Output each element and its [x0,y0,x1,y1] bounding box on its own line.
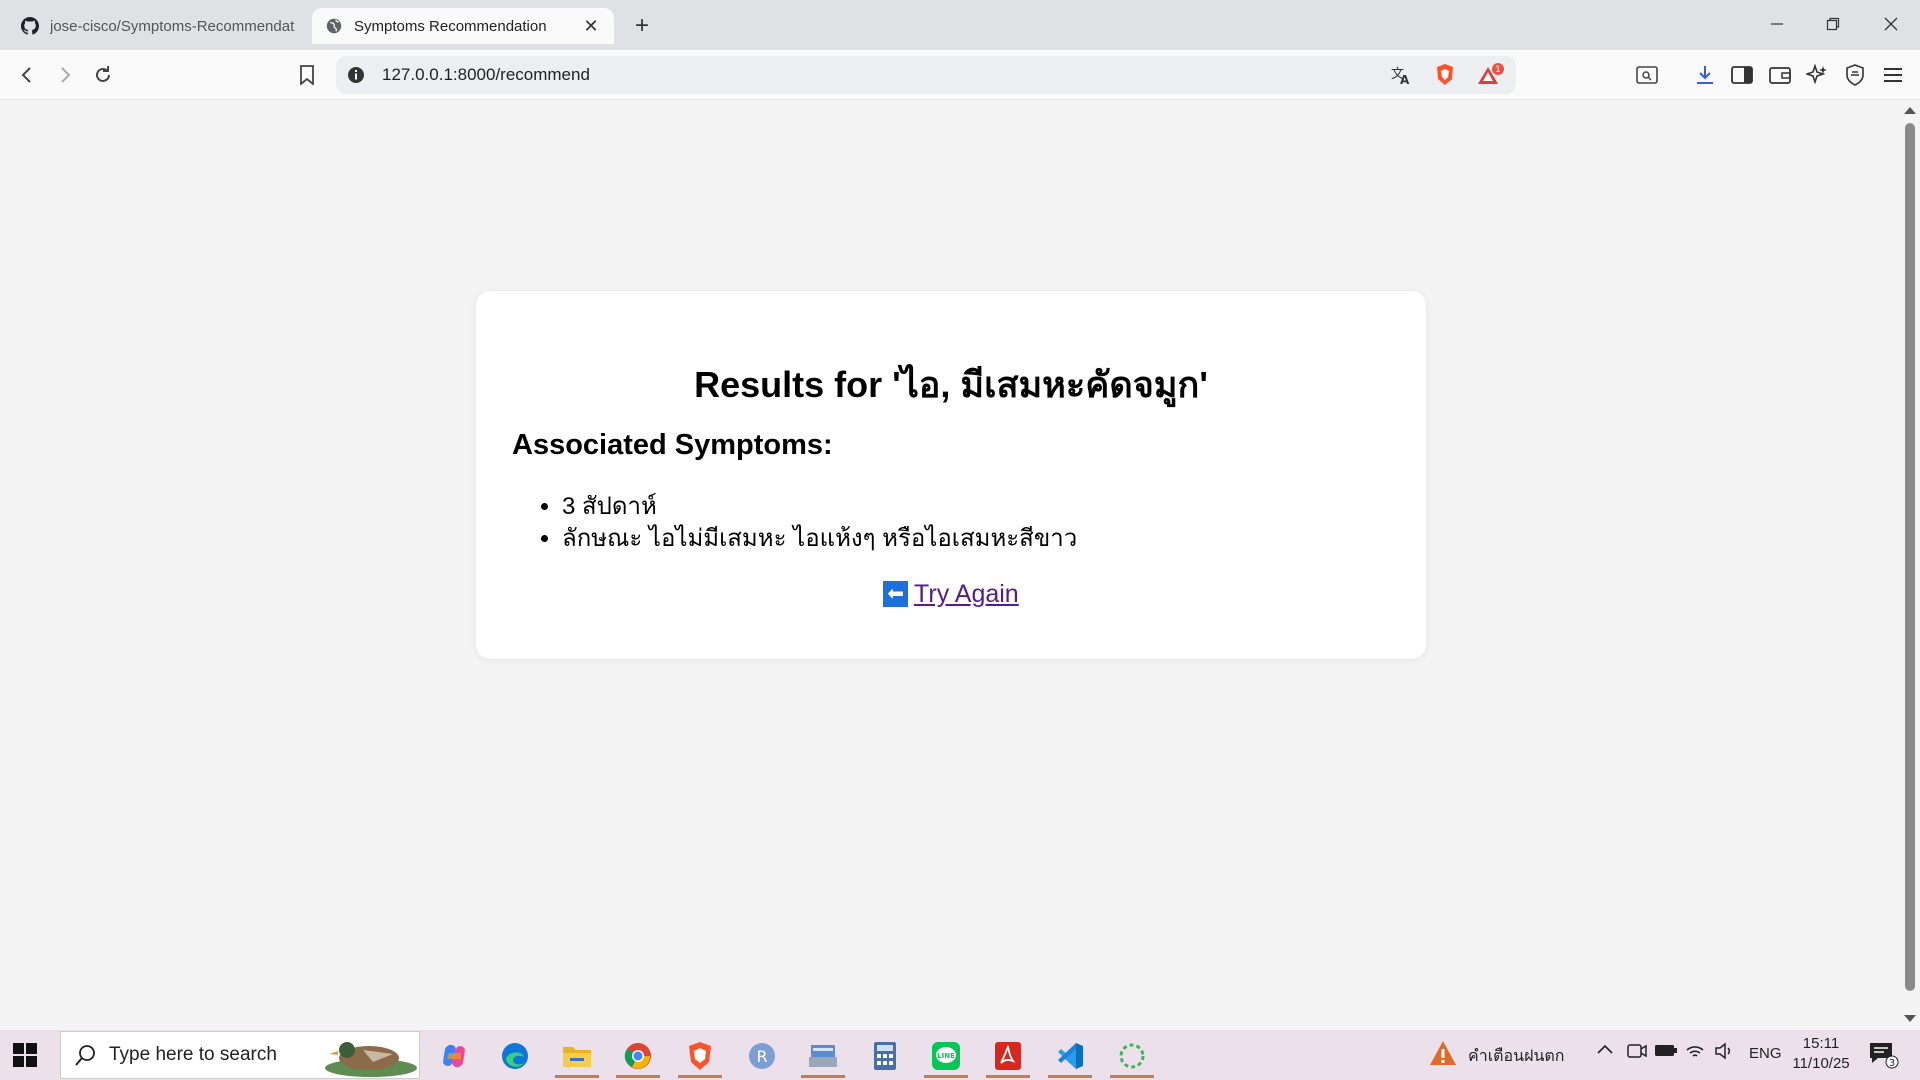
reader-mode-icon[interactable] [1632,60,1662,90]
svg-text:LINE: LINE [937,1052,955,1060]
back-arrow-icon: ⬅ [883,581,909,607]
try-again-label: Try Again [914,580,1019,608]
windows-taskbar: Type here to search R LINE คำเตือนฝนตก E… [0,1030,1920,1080]
volume-icon[interactable] [1714,1042,1734,1065]
menu-icon[interactable] [1878,60,1908,90]
close-window-icon[interactable] [1871,8,1911,40]
tab-title: Symptoms Recommendation [354,17,547,35]
address-bar[interactable]: 127.0.0.1:8000/recommend 文A 1 [336,56,1516,94]
translate-icon[interactable]: 文A [1390,65,1412,90]
line-app-icon[interactable]: LINE [920,1034,972,1078]
github-icon [20,16,40,36]
restore-icon[interactable] [1813,8,1853,40]
list-item: 3 สัปดาห์ [562,491,1077,523]
vpn-shield-icon[interactable] [1840,60,1870,90]
copilot-icon[interactable] [428,1034,480,1078]
wifi-icon[interactable] [1685,1042,1705,1065]
file-explorer-icon[interactable] [551,1034,603,1078]
page-scrollbar[interactable] [1900,101,1920,1030]
try-again-container: ⬅ Try Again [476,580,1426,609]
vscode-icon[interactable] [1044,1034,1096,1078]
meet-now-icon[interactable] [1627,1042,1647,1065]
clock[interactable]: 15:11 11/10/25 [1786,1034,1856,1074]
tab-github[interactable]: jose-cisco/Symptoms-Recommendat [8,8,308,44]
edge-icon[interactable] [489,1034,541,1078]
sidebar-icon[interactable] [1727,60,1757,90]
scroll-thumb[interactable] [1905,123,1915,991]
brave-shields-icon[interactable] [1434,63,1456,92]
list-item: ลักษณะ ไอไม่มีเสมหะ ไอแห้งๆ หรือไอเสมหะส… [562,523,1077,555]
clock-time: 15:11 [1802,1035,1840,1052]
browser-toolbar: 127.0.0.1:8000/recommend 文A 1 [0,50,1920,100]
new-tab-button[interactable]: + [628,12,656,40]
wallet-icon[interactable] [1765,60,1795,90]
chevron-up-icon[interactable] [1596,1042,1614,1061]
tab-title: jose-cisco/Symptoms-Recommendat [50,17,295,35]
scanner-app-icon[interactable] [797,1034,849,1078]
results-heading: Results for 'ไอ, มีเสมหะคัดจมูก' [694,364,1208,405]
minimize-icon[interactable] [1757,8,1797,40]
reload-icon[interactable] [88,60,118,90]
clock-date: 11/10/25 [1792,1055,1850,1072]
svg-text:A: A [1400,73,1410,85]
tab-symptoms[interactable]: Symptoms Recommendation ✕ [312,8,614,44]
brave-rewards-icon[interactable]: 1 [1476,62,1506,93]
back-icon[interactable] [12,60,42,90]
weather-warning-icon[interactable] [1428,1039,1458,1074]
download-icon[interactable] [1690,60,1720,90]
weather-text[interactable]: คำเตือนฝนตก [1468,1044,1564,1069]
site-info-icon[interactable] [346,65,366,90]
rewards-badge: 1 [1495,65,1501,75]
search-icon [75,1044,97,1071]
notification-center-icon[interactable]: 3 [1868,1040,1900,1075]
search-placeholder: Type here to search [109,1044,277,1065]
scroll-up-icon[interactable] [1904,107,1916,114]
results-card: Results for 'ไอ, มีเสมหะคัดจมูก' Associa… [476,291,1426,659]
notification-count: 3 [1889,1058,1895,1069]
try-again-link[interactable]: ⬅ Try Again [883,580,1019,608]
chrome-icon[interactable] [612,1034,664,1078]
calculator-icon[interactable] [859,1034,911,1078]
close-tab-icon[interactable]: ✕ [580,15,602,37]
loading-app-icon[interactable] [1106,1034,1158,1078]
taskbar-search[interactable]: Type here to search [60,1031,420,1079]
tab-strip: jose-cisco/Symptoms-Recommendat Symptoms… [0,0,1920,50]
r-app-icon[interactable]: R [736,1034,788,1078]
scroll-down-icon[interactable] [1904,1015,1916,1022]
windows-start-icon[interactable] [12,1042,38,1068]
url-text: 127.0.0.1:8000/recommend [382,65,590,84]
acrobat-icon[interactable] [982,1034,1034,1078]
search-highlight-duck-icon [323,1034,419,1080]
language-indicator[interactable]: ENG [1749,1045,1782,1062]
leo-ai-icon[interactable] [1802,60,1832,90]
battery-icon[interactable] [1654,1043,1678,1064]
symptom-list: 3 สัปดาห์ ลักษณะ ไอไม่มีเสมหะ ไอแห้งๆ หร… [562,491,1077,555]
forward-icon[interactable] [50,60,80,90]
bookmark-icon[interactable] [292,60,322,90]
globe-icon [324,16,344,36]
svg-text:R: R [756,1047,767,1066]
brave-browser-icon[interactable] [674,1034,726,1078]
associated-symptoms-heading: Associated Symptoms: [512,429,833,461]
